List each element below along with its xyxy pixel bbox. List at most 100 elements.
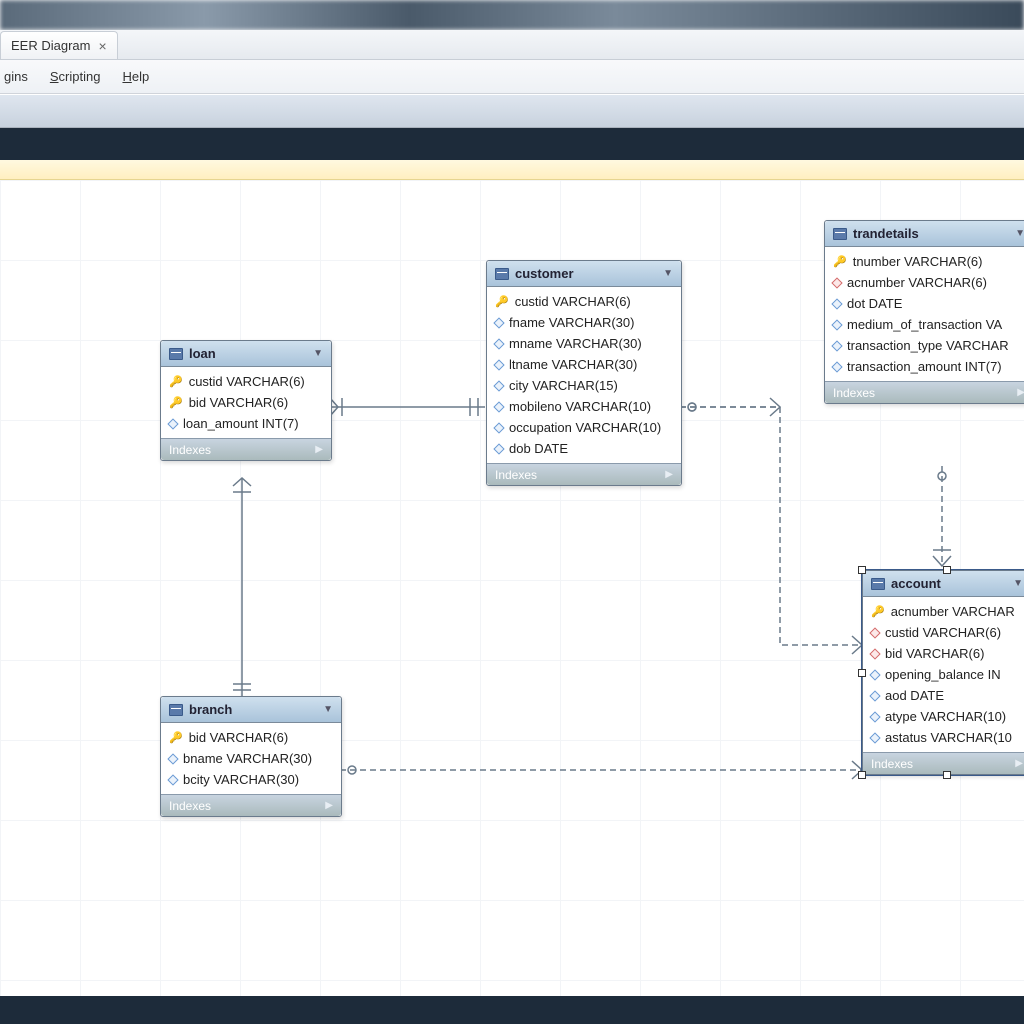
key-icon: 🔑 xyxy=(169,731,183,744)
column-text: fname VARCHAR(30) xyxy=(509,315,634,330)
column-text: bcity VARCHAR(30) xyxy=(183,772,299,787)
column-text: transaction_type VARCHAR xyxy=(847,338,1009,353)
diamond-icon xyxy=(167,774,178,785)
diamond-icon xyxy=(493,443,504,454)
diamond-icon xyxy=(831,361,842,372)
column[interactable]: mname VARCHAR(30) xyxy=(487,333,681,354)
chevron-down-icon[interactable]: ▼ xyxy=(313,348,323,359)
table-icon xyxy=(169,704,183,716)
column[interactable]: fname VARCHAR(30) xyxy=(487,312,681,333)
diagram-canvas[interactable]: loan ▼ 🔑custid VARCHAR(6)🔑bid VARCHAR(6)… xyxy=(0,180,1024,1024)
column-text: tnumber VARCHAR(6) xyxy=(853,254,983,269)
column-text: bid VARCHAR(6) xyxy=(189,395,288,410)
column[interactable]: 🔑custid VARCHAR(6) xyxy=(487,291,681,312)
menu-help[interactable]: Help xyxy=(122,69,149,84)
indexes-label: Indexes xyxy=(169,799,211,813)
column[interactable]: dot DATE xyxy=(825,293,1024,314)
selection-handle[interactable] xyxy=(858,669,866,677)
entity-header[interactable]: trandetails ▼ xyxy=(825,221,1024,247)
diamond-icon xyxy=(831,298,842,309)
column-text: dob DATE xyxy=(509,441,568,456)
entity-title: branch xyxy=(189,702,232,717)
entity-branch[interactable]: branch ▼ 🔑bid VARCHAR(6)bname VARCHAR(30… xyxy=(160,696,342,817)
column[interactable]: acnumber VARCHAR(6) xyxy=(825,272,1024,293)
chevron-down-icon[interactable]: ▼ xyxy=(323,704,333,715)
diamond-icon xyxy=(869,669,880,680)
column[interactable]: 🔑 tnumber VARCHAR(6) xyxy=(825,251,1024,272)
entity-title: customer xyxy=(515,266,574,281)
entity-indexes[interactable]: Indexes ▶ xyxy=(161,438,331,460)
column[interactable]: transaction_amount INT(7) xyxy=(825,356,1024,377)
fk-diamond-icon xyxy=(869,648,880,659)
column[interactable]: bcity VARCHAR(30) xyxy=(161,769,341,790)
entity-columns: 🔑bid VARCHAR(6)bname VARCHAR(30) bcity VA… xyxy=(161,723,341,794)
column[interactable]: 🔑custid VARCHAR(6) xyxy=(161,371,331,392)
chevron-right-icon: ▶ xyxy=(1015,758,1023,769)
selection-handle[interactable] xyxy=(858,566,866,574)
column[interactable]: custid VARCHAR(6) xyxy=(863,622,1024,643)
column[interactable]: occupation VARCHAR(10) xyxy=(487,417,681,438)
column[interactable]: city VARCHAR(15) xyxy=(487,375,681,396)
toolbar xyxy=(0,94,1024,128)
menu-scripting[interactable]: Scripting xyxy=(50,69,101,84)
key-icon: 🔑 xyxy=(871,605,885,618)
diamond-icon xyxy=(167,418,178,429)
notification-bar xyxy=(0,160,1024,180)
column[interactable]: loan_amount INT(7) xyxy=(161,413,331,434)
entity-title: loan xyxy=(189,346,216,361)
tab-label: EER Diagram xyxy=(11,38,90,53)
entity-customer[interactable]: customer ▼ 🔑custid VARCHAR(6) fname VARCH… xyxy=(486,260,682,486)
entity-header[interactable]: account ▼ xyxy=(863,571,1024,597)
column[interactable]: bid VARCHAR(6) xyxy=(863,643,1024,664)
diamond-icon xyxy=(493,380,504,391)
selection-handle[interactable] xyxy=(943,771,951,779)
close-icon[interactable]: × xyxy=(98,38,106,54)
chevron-right-icon: ▶ xyxy=(315,444,323,455)
column[interactable]: atype VARCHAR(10) xyxy=(863,706,1024,727)
entity-indexes[interactable]: Indexes ▶ xyxy=(487,463,681,485)
column-text: astatus VARCHAR(10 xyxy=(885,730,1012,745)
column[interactable]: 🔑bid VARCHAR(6) xyxy=(161,392,331,413)
column[interactable]: transaction_type VARCHAR xyxy=(825,335,1024,356)
entity-loan[interactable]: loan ▼ 🔑custid VARCHAR(6)🔑bid VARCHAR(6)… xyxy=(160,340,332,461)
entity-indexes[interactable]: Indexes ▶ xyxy=(825,381,1024,403)
menu-plugins[interactable]: gins xyxy=(4,69,28,84)
column-text: custid VARCHAR(6) xyxy=(515,294,631,309)
selection-handle[interactable] xyxy=(858,771,866,779)
status-bar xyxy=(0,996,1024,1024)
column[interactable]: astatus VARCHAR(10 xyxy=(863,727,1024,748)
entity-columns: 🔑acnumber VARCHARcustid VARCHAR(6)bid VA… xyxy=(863,597,1024,752)
chevron-down-icon[interactable]: ▼ xyxy=(1013,578,1023,589)
entity-header[interactable]: loan ▼ xyxy=(161,341,331,367)
column[interactable]: 🔑acnumber VARCHAR xyxy=(863,601,1024,622)
entity-columns: 🔑custid VARCHAR(6)🔑bid VARCHAR(6) loan_am… xyxy=(161,367,331,438)
entity-header[interactable]: branch ▼ xyxy=(161,697,341,723)
diamond-icon xyxy=(493,422,504,433)
column-text: occupation VARCHAR(10) xyxy=(509,420,661,435)
indexes-label: Indexes xyxy=(169,443,211,457)
entity-indexes[interactable]: Indexes ▶ xyxy=(161,794,341,816)
diamond-icon xyxy=(831,319,842,330)
column-text: loan_amount INT(7) xyxy=(183,416,299,431)
diamond-icon xyxy=(493,359,504,370)
column-text: mobileno VARCHAR(10) xyxy=(509,399,651,414)
key-icon: 🔑 xyxy=(833,255,847,268)
column[interactable]: mobileno VARCHAR(10) xyxy=(487,396,681,417)
chevron-down-icon[interactable]: ▼ xyxy=(1015,228,1024,239)
column[interactable]: ltname VARCHAR(30) xyxy=(487,354,681,375)
tab-eer-diagram[interactable]: EER Diagram × xyxy=(0,31,118,59)
chevron-down-icon[interactable]: ▼ xyxy=(663,268,673,279)
column[interactable]: bname VARCHAR(30) xyxy=(161,748,341,769)
entity-trandetails[interactable]: trandetails ▼ 🔑 tnumber VARCHAR(6) acnumbe… xyxy=(824,220,1024,404)
column[interactable]: medium_of_transaction VA xyxy=(825,314,1024,335)
chevron-right-icon: ▶ xyxy=(325,800,333,811)
entity-header[interactable]: customer ▼ xyxy=(487,261,681,287)
indexes-label: Indexes xyxy=(495,468,537,482)
column[interactable]: opening_balance IN xyxy=(863,664,1024,685)
column[interactable]: aod DATE xyxy=(863,685,1024,706)
column-text: city VARCHAR(15) xyxy=(509,378,618,393)
column[interactable]: 🔑bid VARCHAR(6) xyxy=(161,727,341,748)
selection-handle[interactable] xyxy=(943,566,951,574)
column[interactable]: dob DATE xyxy=(487,438,681,459)
entity-account[interactable]: account ▼ 🔑acnumber VARCHARcustid VARCHA… xyxy=(862,570,1024,775)
